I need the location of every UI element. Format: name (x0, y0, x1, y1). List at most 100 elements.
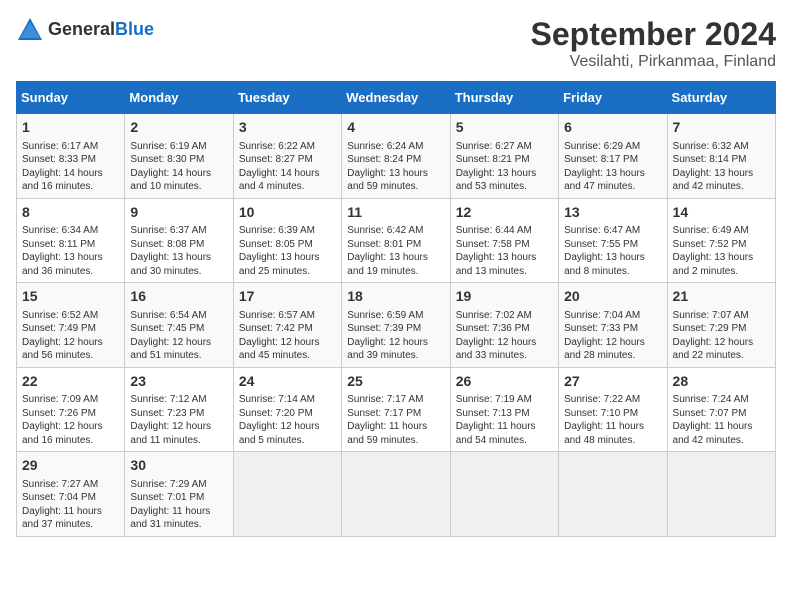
day-number: 30 (130, 456, 227, 476)
day-info: Sunrise: 6:59 AM Sunset: 7:39 PM Dayligh… (347, 309, 444, 363)
day-info: Sunrise: 7:22 AM Sunset: 7:10 PM Dayligh… (564, 393, 661, 447)
day-info: Sunrise: 6:54 AM Sunset: 7:45 PM Dayligh… (130, 309, 227, 363)
weekday-header-friday: Friday (559, 82, 667, 114)
day-info: Sunrise: 6:47 AM Sunset: 7:55 PM Dayligh… (564, 224, 661, 278)
title-area: September 2024 Vesilahti, Pirkanmaa, Fin… (531, 16, 776, 71)
day-number: 13 (564, 203, 661, 223)
day-cell (233, 452, 341, 537)
day-number: 18 (347, 287, 444, 307)
day-cell: 5Sunrise: 6:27 AM Sunset: 8:21 PM Daylig… (450, 114, 558, 199)
weekday-header-thursday: Thursday (450, 82, 558, 114)
day-cell: 2Sunrise: 6:19 AM Sunset: 8:30 PM Daylig… (125, 114, 233, 199)
day-cell: 16Sunrise: 6:54 AM Sunset: 7:45 PM Dayli… (125, 283, 233, 368)
day-number: 11 (347, 203, 444, 223)
logo-general-text: General (48, 19, 115, 39)
week-row-3: 15Sunrise: 6:52 AM Sunset: 7:49 PM Dayli… (17, 283, 776, 368)
day-info: Sunrise: 7:19 AM Sunset: 7:13 PM Dayligh… (456, 393, 553, 447)
day-cell (667, 452, 775, 537)
day-cell (342, 452, 450, 537)
week-row-1: 1Sunrise: 6:17 AM Sunset: 8:33 PM Daylig… (17, 114, 776, 199)
day-info: Sunrise: 7:04 AM Sunset: 7:33 PM Dayligh… (564, 309, 661, 363)
day-cell: 3Sunrise: 6:22 AM Sunset: 8:27 PM Daylig… (233, 114, 341, 199)
day-cell: 17Sunrise: 6:57 AM Sunset: 7:42 PM Dayli… (233, 283, 341, 368)
day-number: 5 (456, 118, 553, 138)
logo-icon (16, 16, 44, 44)
logo-inner: GeneralBlue (16, 16, 154, 44)
day-info: Sunrise: 7:02 AM Sunset: 7:36 PM Dayligh… (456, 309, 553, 363)
day-info: Sunrise: 7:12 AM Sunset: 7:23 PM Dayligh… (130, 393, 227, 447)
day-number: 6 (564, 118, 661, 138)
day-cell: 24Sunrise: 7:14 AM Sunset: 7:20 PM Dayli… (233, 367, 341, 452)
day-info: Sunrise: 6:44 AM Sunset: 7:58 PM Dayligh… (456, 224, 553, 278)
day-number: 27 (564, 372, 661, 392)
day-number: 24 (239, 372, 336, 392)
day-cell: 30Sunrise: 7:29 AM Sunset: 7:01 PM Dayli… (125, 452, 233, 537)
day-info: Sunrise: 6:42 AM Sunset: 8:01 PM Dayligh… (347, 224, 444, 278)
day-number: 10 (239, 203, 336, 223)
week-row-2: 8Sunrise: 6:34 AM Sunset: 8:11 PM Daylig… (17, 198, 776, 283)
day-cell: 10Sunrise: 6:39 AM Sunset: 8:05 PM Dayli… (233, 198, 341, 283)
day-info: Sunrise: 6:17 AM Sunset: 8:33 PM Dayligh… (22, 140, 119, 194)
day-number: 4 (347, 118, 444, 138)
day-info: Sunrise: 6:39 AM Sunset: 8:05 PM Dayligh… (239, 224, 336, 278)
day-info: Sunrise: 7:29 AM Sunset: 7:01 PM Dayligh… (130, 478, 227, 532)
day-cell: 13Sunrise: 6:47 AM Sunset: 7:55 PM Dayli… (559, 198, 667, 283)
day-number: 21 (673, 287, 770, 307)
day-cell: 18Sunrise: 6:59 AM Sunset: 7:39 PM Dayli… (342, 283, 450, 368)
day-cell: 12Sunrise: 6:44 AM Sunset: 7:58 PM Dayli… (450, 198, 558, 283)
day-cell: 11Sunrise: 6:42 AM Sunset: 8:01 PM Dayli… (342, 198, 450, 283)
day-cell: 1Sunrise: 6:17 AM Sunset: 8:33 PM Daylig… (17, 114, 125, 199)
weekday-header-wednesday: Wednesday (342, 82, 450, 114)
weekday-header-sunday: Sunday (17, 82, 125, 114)
day-info: Sunrise: 6:52 AM Sunset: 7:49 PM Dayligh… (22, 309, 119, 363)
day-cell: 25Sunrise: 7:17 AM Sunset: 7:17 PM Dayli… (342, 367, 450, 452)
day-cell: 20Sunrise: 7:04 AM Sunset: 7:33 PM Dayli… (559, 283, 667, 368)
weekday-header-monday: Monday (125, 82, 233, 114)
day-info: Sunrise: 6:32 AM Sunset: 8:14 PM Dayligh… (673, 140, 770, 194)
day-cell: 22Sunrise: 7:09 AM Sunset: 7:26 PM Dayli… (17, 367, 125, 452)
day-number: 9 (130, 203, 227, 223)
weekday-header-tuesday: Tuesday (233, 82, 341, 114)
week-row-5: 29Sunrise: 7:27 AM Sunset: 7:04 PM Dayli… (17, 452, 776, 537)
header: GeneralBlue September 2024 Vesilahti, Pi… (16, 16, 776, 71)
day-cell: 27Sunrise: 7:22 AM Sunset: 7:10 PM Dayli… (559, 367, 667, 452)
day-info: Sunrise: 7:07 AM Sunset: 7:29 PM Dayligh… (673, 309, 770, 363)
day-number: 29 (22, 456, 119, 476)
day-info: Sunrise: 7:27 AM Sunset: 7:04 PM Dayligh… (22, 478, 119, 532)
day-cell: 14Sunrise: 6:49 AM Sunset: 7:52 PM Dayli… (667, 198, 775, 283)
day-number: 8 (22, 203, 119, 223)
day-info: Sunrise: 6:34 AM Sunset: 8:11 PM Dayligh… (22, 224, 119, 278)
weekday-header-row: SundayMondayTuesdayWednesdayThursdayFrid… (17, 82, 776, 114)
day-info: Sunrise: 6:49 AM Sunset: 7:52 PM Dayligh… (673, 224, 770, 278)
day-cell: 26Sunrise: 7:19 AM Sunset: 7:13 PM Dayli… (450, 367, 558, 452)
day-number: 3 (239, 118, 336, 138)
day-number: 15 (22, 287, 119, 307)
day-number: 14 (673, 203, 770, 223)
calendar-table: SundayMondayTuesdayWednesdayThursdayFrid… (16, 81, 776, 537)
main-title: September 2024 (531, 16, 776, 53)
day-number: 7 (673, 118, 770, 138)
day-number: 12 (456, 203, 553, 223)
logo-blue-text: Blue (115, 19, 154, 39)
day-number: 16 (130, 287, 227, 307)
day-number: 28 (673, 372, 770, 392)
subtitle: Vesilahti, Pirkanmaa, Finland (531, 53, 776, 71)
day-cell: 4Sunrise: 6:24 AM Sunset: 8:24 PM Daylig… (342, 114, 450, 199)
day-info: Sunrise: 7:14 AM Sunset: 7:20 PM Dayligh… (239, 393, 336, 447)
day-number: 26 (456, 372, 553, 392)
day-cell: 9Sunrise: 6:37 AM Sunset: 8:08 PM Daylig… (125, 198, 233, 283)
day-cell: 6Sunrise: 6:29 AM Sunset: 8:17 PM Daylig… (559, 114, 667, 199)
day-info: Sunrise: 6:37 AM Sunset: 8:08 PM Dayligh… (130, 224, 227, 278)
logo: GeneralBlue (16, 16, 154, 44)
day-info: Sunrise: 6:29 AM Sunset: 8:17 PM Dayligh… (564, 140, 661, 194)
day-cell: 19Sunrise: 7:02 AM Sunset: 7:36 PM Dayli… (450, 283, 558, 368)
day-info: Sunrise: 7:24 AM Sunset: 7:07 PM Dayligh… (673, 393, 770, 447)
week-row-4: 22Sunrise: 7:09 AM Sunset: 7:26 PM Dayli… (17, 367, 776, 452)
day-cell: 8Sunrise: 6:34 AM Sunset: 8:11 PM Daylig… (17, 198, 125, 283)
day-number: 1 (22, 118, 119, 138)
day-info: Sunrise: 6:27 AM Sunset: 8:21 PM Dayligh… (456, 140, 553, 194)
day-cell (559, 452, 667, 537)
day-cell: 29Sunrise: 7:27 AM Sunset: 7:04 PM Dayli… (17, 452, 125, 537)
day-cell: 23Sunrise: 7:12 AM Sunset: 7:23 PM Dayli… (125, 367, 233, 452)
day-info: Sunrise: 6:57 AM Sunset: 7:42 PM Dayligh… (239, 309, 336, 363)
